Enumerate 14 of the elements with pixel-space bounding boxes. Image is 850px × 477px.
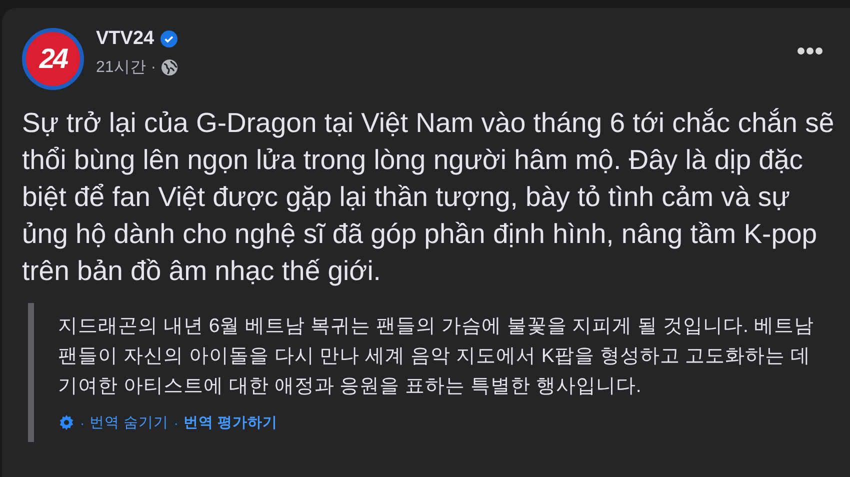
translation-link[interactable]: 번역 평가하기 — [183, 413, 278, 432]
post-text: Sự trở lại của G-Dragon tại Việt Nam vào tháng 6 tới chắc chắn sẽ thổi bùng lên ngọn lửa trong lòng người hâm mộ. Đây là dịp đặc biệt để fan Việt được gặp lại thần tượng, bày tỏ tình cảm và sự ủng hộ dành cho nghệ sĩ đã góp phần định hình, nâng tầm K-pop trên bản đồ âm nhạc thế giới. — [22, 106, 836, 288]
separator-dot: · — [174, 414, 178, 430]
more-options-icon[interactable] — [796, 46, 824, 56]
logo-text: 24 — [39, 43, 67, 75]
translated-text: 지드래곤의 내년 6월 베트남 복귀는 팬들의 가슴에 불꽃을 지피게 될 것입니다. 베트남 팬들이 자신의 아이돌을 다시 만나 세계 음악 지도에서 K팝을 형성하고 고도화하는 데 기여한 아티스트에 대한 애정과 응원을 표하는 특별한 행사입니다. — [58, 314, 815, 399]
post-time[interactable]: 21시간 — [96, 57, 146, 78]
author-name[interactable]: VTV24 — [96, 28, 154, 50]
avatar[interactable]: 24 — [22, 28, 84, 90]
settings-icon[interactable] — [58, 414, 75, 431]
globe-icon — [161, 59, 178, 76]
separator-dot: · — [150, 58, 156, 76]
separator-dot: · — [80, 414, 85, 430]
translation-link[interactable]: 번역 숨기기 — [90, 413, 169, 432]
